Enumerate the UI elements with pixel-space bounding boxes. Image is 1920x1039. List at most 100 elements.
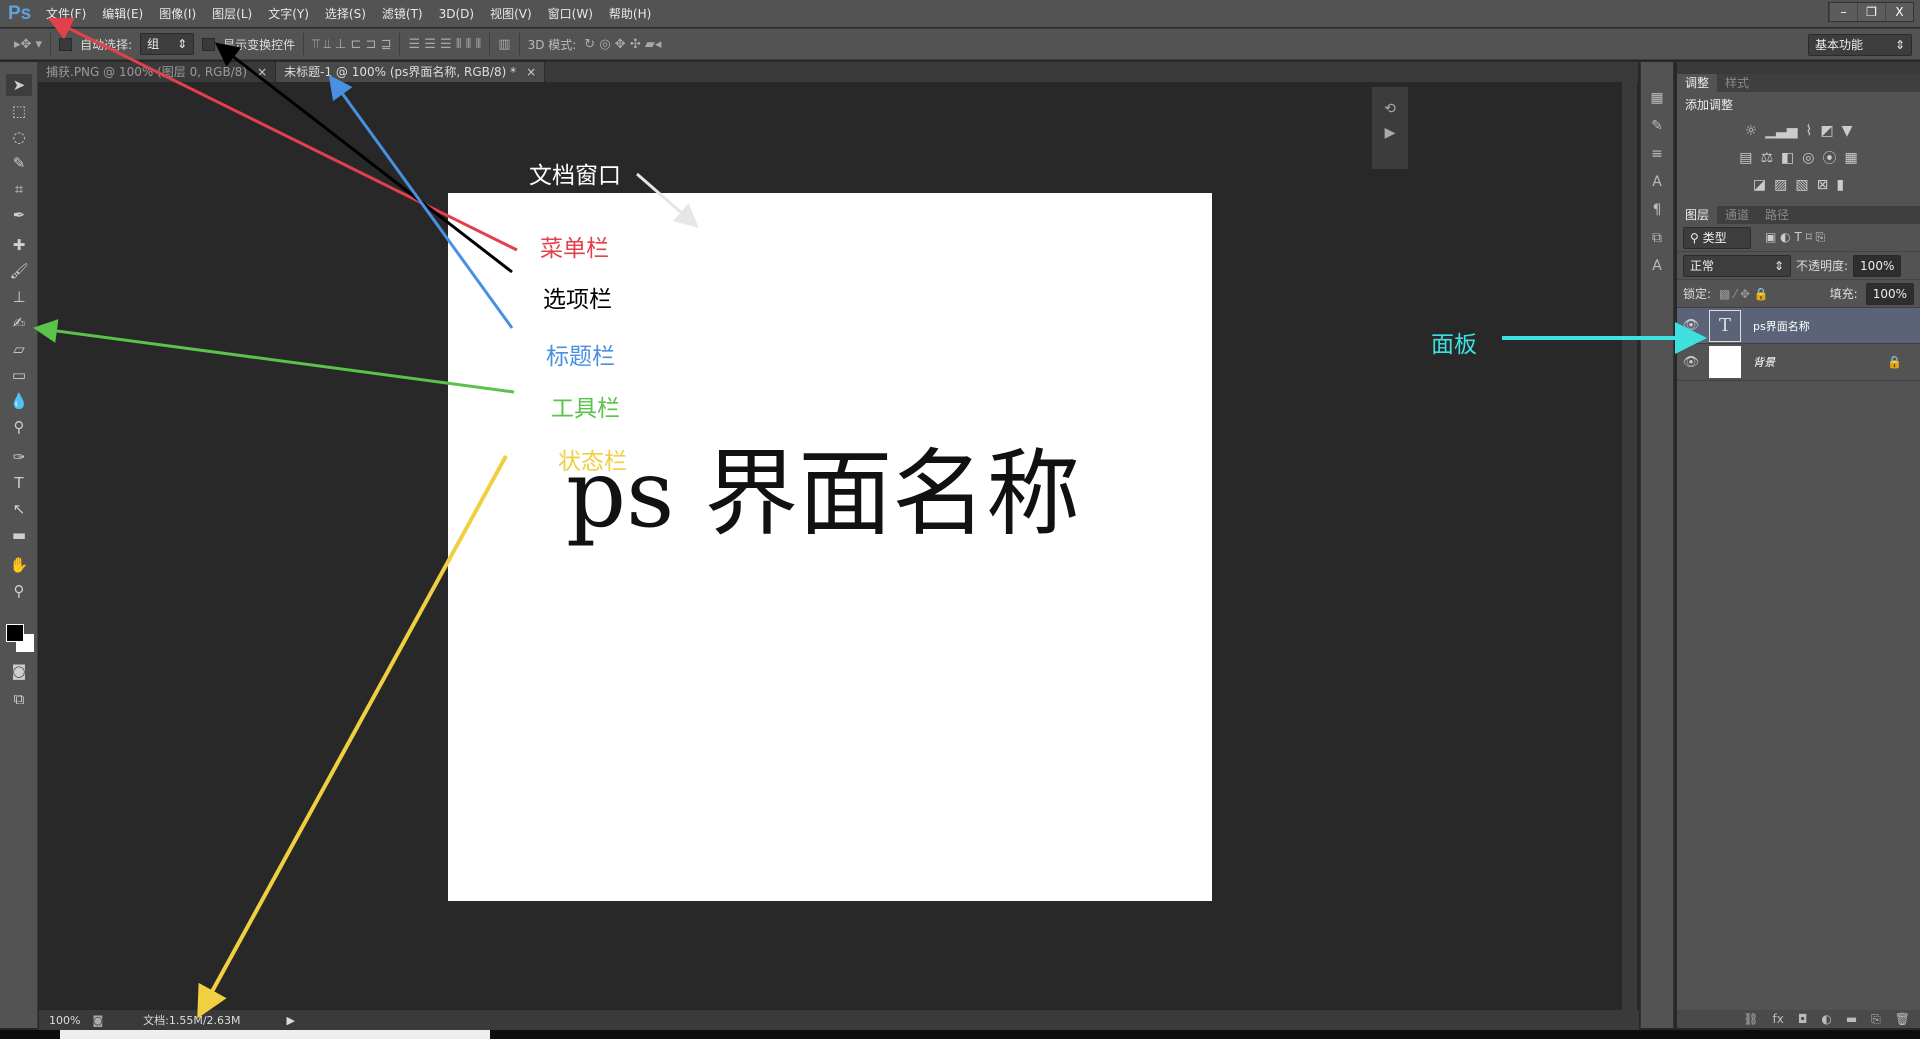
tab-capture-png[interactable]: 捕获.PNG @ 100% (图层 0, RGB/8) × <box>38 62 277 82</box>
menu-edit[interactable]: 编辑(E) <box>102 5 143 22</box>
color-lookup-icon[interactable]: ▦ <box>1845 150 1858 166</box>
status-info-icon[interactable]: ◙ <box>92 1014 103 1027</box>
eyedropper-tool-icon[interactable]: ✒ <box>6 204 32 226</box>
brush-tool-icon[interactable]: 🖌 <box>6 260 32 282</box>
actions-play-icon[interactable]: ▶ <box>1372 125 1408 141</box>
trash-icon[interactable]: 🗑 <box>1895 1012 1910 1026</box>
quick-select-tool-icon[interactable]: ✎ <box>6 152 32 174</box>
tab-paths[interactable]: 路径 <box>1757 206 1797 224</box>
blend-mode-dropdown[interactable]: 正常 ⇕ <box>1683 254 1791 277</box>
screen-mode-icon[interactable]: ⧉ <box>6 688 32 710</box>
hue-icon[interactable]: ▤ <box>1739 150 1752 166</box>
auto-select-checkbox[interactable] <box>59 37 73 51</box>
menu-select[interactable]: 选择(S) <box>325 5 366 22</box>
marquee-tool-icon[interactable]: ⬚ <box>6 100 32 122</box>
hand-tool-icon[interactable]: ✋ <box>6 554 32 576</box>
menu-window[interactable]: 窗口(W) <box>548 5 593 22</box>
selective-color-icon[interactable]: ⊠ <box>1817 177 1829 193</box>
pen-tool-icon[interactable]: ✑ <box>6 446 32 468</box>
stamp-tool-icon[interactable]: ⊥ <box>6 286 32 308</box>
3d-mode-icons[interactable]: ↻ ◎ ✥ ✣ ▰◂ <box>584 37 661 52</box>
photo-filter-icon[interactable]: ◎ <box>1802 150 1814 166</box>
zoom-tool-icon[interactable]: ⚲ <box>6 580 32 602</box>
tab-close-icon[interactable]: × <box>526 65 536 79</box>
menu-type[interactable]: 文字(Y) <box>268 5 309 22</box>
vertical-scrollbar[interactable] <box>1622 82 1637 1010</box>
invert-icon[interactable]: ◪ <box>1753 177 1766 193</box>
clone-panel-icon[interactable]: ⧉ <box>1641 224 1673 252</box>
visibility-eye-icon[interactable]: 👁 <box>1677 355 1705 370</box>
layer-filter-dropdown[interactable]: ⚲ 类型 <box>1683 226 1751 249</box>
opacity-input[interactable]: 100% <box>1853 254 1902 277</box>
posterize-icon[interactable]: ▨ <box>1774 177 1787 193</box>
adjustment-layer-icon[interactable]: ◐ <box>1821 1012 1831 1026</box>
new-layer-icon[interactable]: ⎘ <box>1871 1012 1881 1027</box>
tab-untitled-1[interactable]: 未标题-1 @ 100% (ps界面名称, RGB/8) * × <box>276 62 546 82</box>
brush-panel-icon[interactable]: ✎ <box>1641 112 1673 140</box>
tab-layers[interactable]: 图层 <box>1677 206 1718 224</box>
menu-view[interactable]: 视图(V) <box>490 5 532 22</box>
workspace-dropdown[interactable]: 基本功能 ⇕ <box>1808 34 1912 56</box>
lasso-tool-icon[interactable]: ◌ <box>6 126 32 148</box>
link-icon[interactable]: ⛓ <box>1743 1012 1758 1026</box>
move-tool-icon[interactable]: ➤ <box>6 74 32 96</box>
character-panel-icon[interactable]: A <box>1641 168 1673 196</box>
history-icon[interactable]: ⟲ <box>1372 101 1408 117</box>
close-button[interactable]: X <box>1885 3 1913 21</box>
filter-icons[interactable]: ▣ ◐ T ⌑ ⎘ <box>1765 230 1825 245</box>
vibrance-icon[interactable]: ▼ <box>1842 123 1853 139</box>
menu-filter[interactable]: 滤镜(T) <box>382 5 423 22</box>
show-transform-checkbox[interactable] <box>202 37 216 51</box>
color-panel-icon[interactable]: ▦ <box>1641 84 1673 112</box>
menu-help[interactable]: 帮助(H) <box>609 5 651 22</box>
menu-file[interactable]: 文件(F) <box>46 5 86 22</box>
menu-image[interactable]: 图像(I) <box>159 5 196 22</box>
tab-styles[interactable]: 样式 <box>1717 74 1757 92</box>
minimize-button[interactable]: – <box>1829 3 1857 21</box>
fill-input[interactable]: 100% <box>1865 282 1914 305</box>
channel-mixer-icon[interactable]: ⦿ <box>1823 148 1837 168</box>
lock-icons[interactable]: ▩ ⁄ ✥ 🔒 <box>1719 287 1769 301</box>
visibility-eye-icon[interactable]: 👁 <box>1677 318 1705 333</box>
history-brush-icon[interactable]: ✍ <box>6 312 32 334</box>
crop-tool-icon[interactable]: ⌗ <box>6 178 32 200</box>
zoom-level[interactable]: 100% <box>49 1014 80 1027</box>
properties-panel-icon[interactable]: ≡ <box>1641 140 1673 168</box>
quick-mask-icon[interactable]: ◙ <box>6 660 32 682</box>
gradient-map-icon[interactable]: ▮ <box>1836 177 1844 193</box>
group-icon[interactable]: ▬ <box>1846 1012 1857 1026</box>
exposure-icon[interactable]: ◩ <box>1820 123 1833 139</box>
paragraph-panel-icon[interactable]: ¶ <box>1641 196 1673 224</box>
gradient-tool-icon[interactable]: ▭ <box>6 364 32 386</box>
layer-row-text[interactable]: 👁 T ps界面名称 <box>1677 307 1920 344</box>
menu-3d[interactable]: 3D(D) <box>439 7 474 21</box>
auto-select-dropdown[interactable]: 组 ⇕ <box>140 33 195 55</box>
align-icons[interactable]: ⫪ ⫫ ⊥ ⊏ ⊐ ⊒ <box>312 37 391 52</box>
path-select-icon[interactable]: ↖ <box>6 498 32 520</box>
color-balance-icon[interactable]: ⚖ <box>1760 150 1773 166</box>
glyph-panel-icon[interactable]: A <box>1641 252 1673 280</box>
rectangle-tool-icon[interactable]: ▬ <box>6 524 32 546</box>
menu-layer[interactable]: 图层(L) <box>212 5 252 22</box>
dodge-tool-icon[interactable]: ⚲ <box>6 416 32 438</box>
distribute-icons[interactable]: ☰ ☰ ☰ ⦀ ⦀ ⦀ <box>408 37 481 52</box>
mask-icon[interactable]: ◘ <box>1798 1012 1808 1026</box>
move-tool-icon[interactable]: ▸✥ ▾ <box>14 37 42 52</box>
tab-adjustments[interactable]: 调整 <box>1677 74 1718 92</box>
auto-align-icon[interactable]: ▥ <box>498 37 510 52</box>
levels-icon[interactable]: ▁▃▅ <box>1765 123 1797 139</box>
curves-icon[interactable]: ⌇ <box>1806 123 1813 139</box>
fx-icon[interactable]: fx <box>1773 1012 1784 1026</box>
healing-brush-icon[interactable]: ✚ <box>6 234 32 256</box>
layer-row-background[interactable]: 👁 背景 🔒 <box>1677 344 1920 381</box>
status-menu-arrow-icon[interactable]: ▶ <box>287 1014 295 1027</box>
restore-button[interactable]: ❐ <box>1857 3 1885 21</box>
threshold-icon[interactable]: ▧ <box>1795 177 1808 193</box>
foreground-color-swatch[interactable] <box>6 624 24 642</box>
tab-close-icon[interactable]: × <box>257 65 267 79</box>
tab-channels[interactable]: 通道 <box>1717 206 1757 224</box>
brightness-icon[interactable]: ☼ <box>1745 123 1758 139</box>
panel-collapse-bar[interactable] <box>1677 62 1920 74</box>
type-tool-icon[interactable]: T <box>6 472 32 494</box>
bw-icon[interactable]: ◧ <box>1781 150 1794 166</box>
